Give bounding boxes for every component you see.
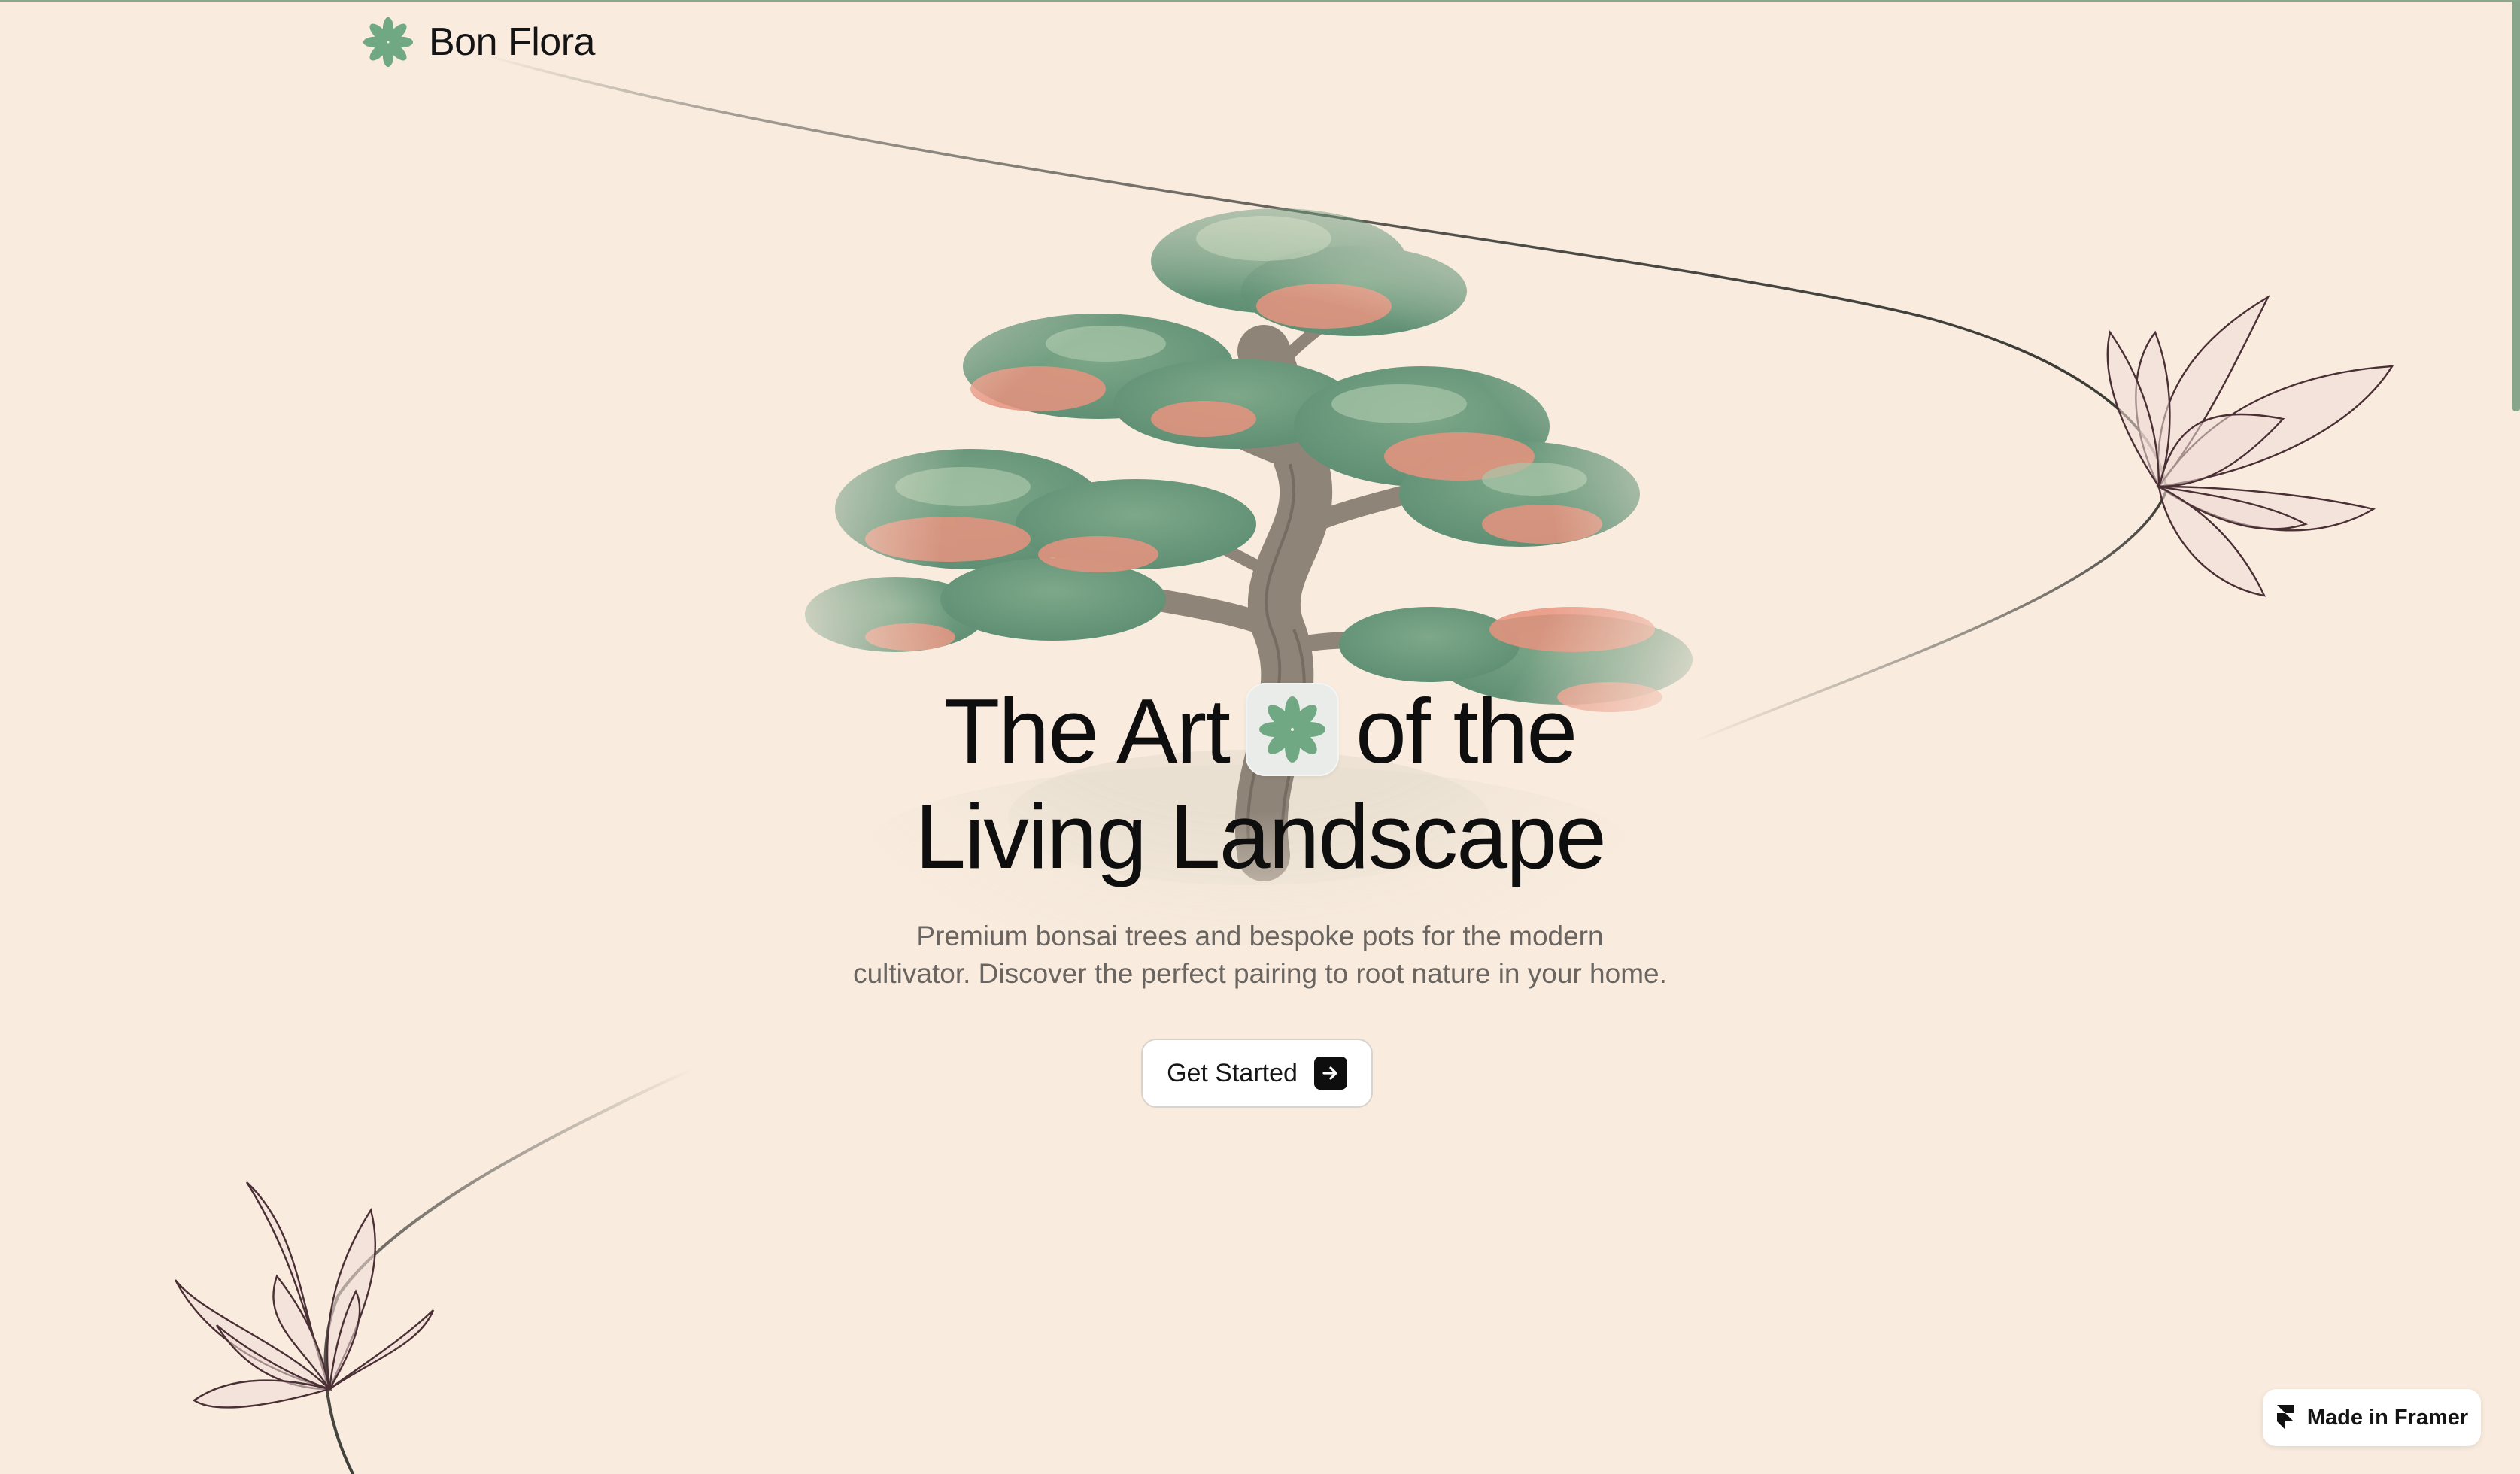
hero-title-part-b: of the (1356, 680, 1577, 782)
hero-subtitle-line-1: Premium bonsai trees and bespoke pots fo… (916, 920, 1604, 951)
hero-title-line-1: The Art of the (0, 678, 2520, 784)
brand-logo-link[interactable]: Bon Flora (361, 15, 595, 69)
framer-logo-icon (2276, 1405, 2294, 1430)
hero-title: The Art of the Living Landscape (0, 678, 2520, 889)
page-scrollbar[interactable] (2512, 2, 2520, 411)
page: Bon Flora The Art of the Living Landscap… (0, 0, 2520, 1474)
made-in-framer-badge[interactable]: Made in Framer (2263, 1389, 2481, 1446)
get-started-button[interactable]: Get Started (1141, 1039, 1373, 1108)
lotus-flower-right (2106, 294, 2394, 597)
hero-subtitle-line-2: cultivator. Discover the perfect pairing… (853, 958, 1667, 989)
hero-subtitle: Premium bonsai trees and bespoke pots fo… (0, 917, 2520, 993)
hero-title-line-2: Living Landscape (915, 785, 1607, 887)
pinwheel-flower-icon (1246, 683, 1340, 776)
brand-name: Bon Flora (429, 20, 595, 64)
pinwheel-flower-icon (363, 17, 414, 68)
get-started-label: Get Started (1167, 1058, 1298, 1087)
lotus-flower-left (174, 1181, 435, 1409)
arrow-right-icon (1313, 1057, 1347, 1090)
hero-title-part-a: The Art (943, 680, 1231, 782)
made-in-framer-label: Made in Framer (2306, 1405, 2469, 1430)
